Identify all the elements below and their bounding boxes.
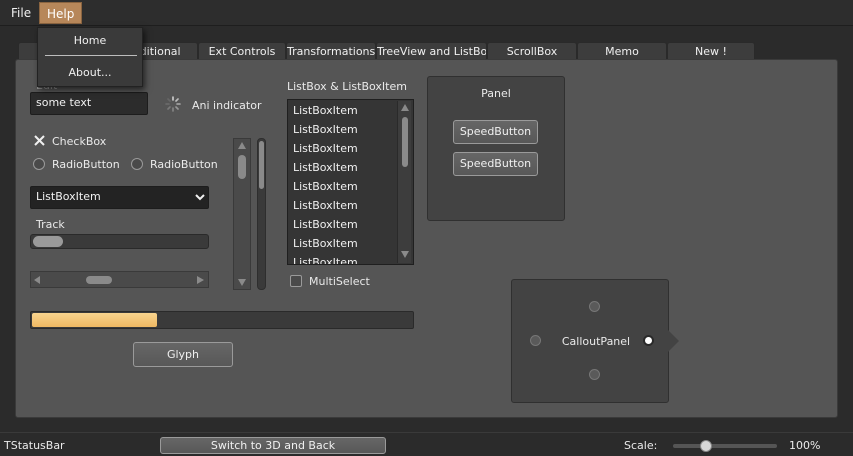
combo-value: ListBoxItem — [36, 190, 101, 203]
tab-treeview-listbox[interactable]: TreeView and ListBox — [376, 42, 487, 60]
menu-bar: File Help — [0, 0, 853, 26]
edit-field[interactable]: some text — [30, 92, 148, 115]
track-label: Track — [36, 218, 65, 231]
callout-pointer — [668, 330, 679, 352]
panel-title: Panel — [481, 87, 511, 100]
spinner-icon — [165, 96, 181, 112]
scroll-thumb[interactable] — [86, 276, 112, 284]
checkbox-label: CheckBox — [52, 135, 107, 148]
scroll-thumb[interactable] — [238, 155, 246, 179]
arrow-right-icon[interactable] — [197, 276, 204, 284]
listbox[interactable]: ListBoxItem ListBoxItem ListBoxItem List… — [287, 99, 414, 265]
progress-bar — [30, 311, 414, 329]
checkbox[interactable] — [33, 134, 46, 147]
callout-label: CalloutPanel — [561, 335, 631, 348]
list-item[interactable]: ListBoxItem — [293, 177, 358, 196]
tab-scrollbox[interactable]: ScrollBox — [487, 42, 577, 60]
speed-button-2[interactable]: SpeedButton — [453, 152, 538, 176]
list-item[interactable]: ListBoxItem — [293, 234, 358, 253]
list-item[interactable]: ListBoxItem — [293, 196, 358, 215]
multiselect-checkbox[interactable] — [290, 275, 302, 287]
list-item[interactable]: ListBoxItem — [293, 158, 358, 177]
arrow-left-icon[interactable] — [34, 276, 41, 284]
tab-ext-controls[interactable]: Ext Controls — [198, 42, 286, 60]
vertical-track[interactable] — [257, 138, 266, 290]
handle-bottom[interactable] — [589, 369, 600, 380]
menu-file[interactable]: File — [4, 2, 38, 24]
track-thumb[interactable] — [33, 236, 63, 247]
panel: Panel SpeedButton SpeedButton — [427, 76, 565, 221]
slider-thumb[interactable] — [700, 440, 712, 452]
radio-button-1[interactable] — [33, 158, 45, 170]
list-item[interactable]: ListBoxItem — [293, 120, 358, 139]
radio-label-2: RadioButton — [150, 158, 218, 171]
vertical-scrollbar[interactable] — [233, 138, 251, 290]
menu-item-home[interactable]: Home — [38, 34, 142, 47]
listbox-scrollbar[interactable] — [397, 101, 411, 263]
status-bar: TStatusBar Switch to 3D and Back Scale: … — [0, 432, 853, 456]
statusbar-label: TStatusBar — [4, 439, 65, 452]
scale-label: Scale: — [624, 439, 658, 452]
list-item[interactable]: ListBoxItem — [293, 215, 358, 234]
tab-memo[interactable]: Memo — [577, 42, 667, 60]
arrow-down-icon[interactable] — [401, 251, 409, 258]
list-item[interactable]: ListBoxItem — [293, 101, 358, 120]
multiselect-label: MultiSelect — [309, 275, 370, 288]
scroll-thumb[interactable] — [259, 141, 264, 189]
scale-value: 100% — [789, 439, 821, 452]
check-icon — [34, 135, 45, 146]
listbox-title: ListBox & ListBoxItem — [287, 80, 407, 93]
help-dropdown: Home About... — [37, 27, 143, 87]
ani-indicator-label: Ani indicator — [192, 99, 262, 112]
switch-3d-button[interactable]: Switch to 3D and Back — [160, 437, 386, 454]
scale-slider[interactable] — [673, 440, 777, 452]
horizontal-scrollbar[interactable] — [30, 271, 209, 288]
progress-fill — [32, 313, 157, 327]
chevron-down-icon — [195, 194, 205, 201]
list-item[interactable]: ListBoxItem — [293, 139, 358, 158]
menu-separator — [45, 55, 137, 56]
combo-box[interactable]: ListBoxItem — [30, 186, 209, 209]
menu-item-about[interactable]: About... — [38, 66, 142, 79]
scroll-thumb[interactable] — [402, 117, 408, 167]
tab-transformations[interactable]: Transformations — [286, 42, 376, 60]
callout-panel: CalloutPanel — [511, 279, 669, 403]
track-bar[interactable] — [30, 234, 209, 249]
list-item[interactable]: ListBoxItem — [293, 253, 358, 264]
arrow-down-icon[interactable] — [238, 279, 246, 286]
radio-button-2[interactable] — [131, 158, 143, 170]
handle-top[interactable] — [589, 301, 600, 312]
speed-button-1[interactable]: SpeedButton — [453, 120, 538, 144]
menu-help[interactable]: Help — [39, 2, 83, 24]
tab-new[interactable]: New ! — [667, 42, 755, 60]
glyph-button[interactable]: Glyph — [133, 342, 233, 367]
arrow-up-icon[interactable] — [238, 142, 246, 149]
radio-label-1: RadioButton — [52, 158, 120, 171]
arrow-up-icon[interactable] — [401, 104, 409, 111]
